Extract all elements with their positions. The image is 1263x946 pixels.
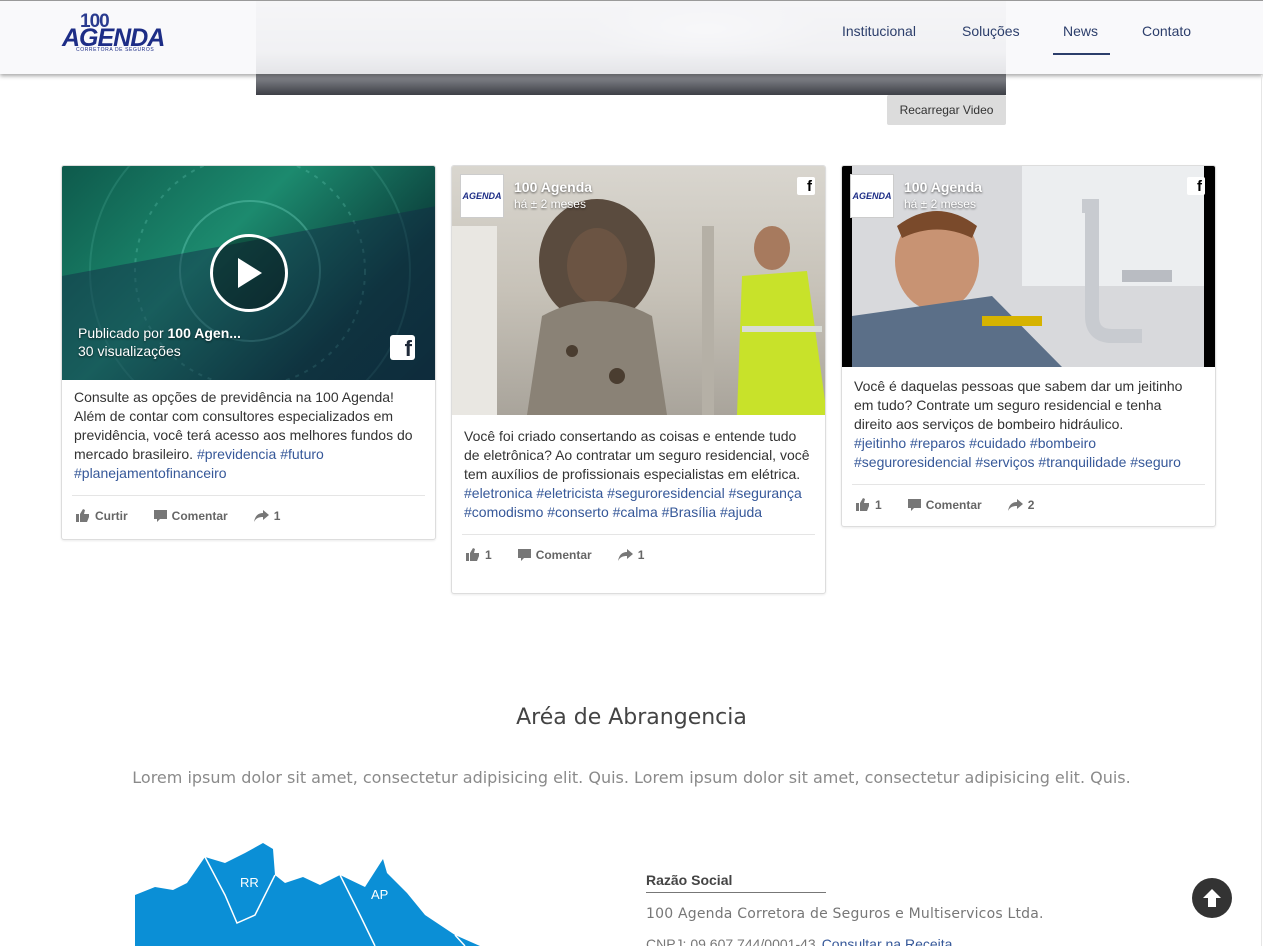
like-count: 1 — [485, 547, 492, 562]
published-by-name[interactable]: 100 Agen... — [168, 325, 241, 341]
comment-icon — [153, 509, 167, 522]
share-icon — [253, 509, 269, 522]
post-card: AGENDA 100 Agenda há ± 2 meses f Você é … — [841, 165, 1216, 527]
page-edge-divider — [1261, 75, 1262, 946]
share-button[interactable]: 2 — [1007, 497, 1035, 512]
map-region-north[interactable] — [135, 843, 480, 946]
like-button[interactable]: Curtir — [76, 509, 128, 523]
facebook-icon[interactable]: f — [390, 335, 415, 361]
like-count: 1 — [875, 497, 882, 512]
like-button[interactable]: 1 — [856, 498, 882, 512]
post-hashtags[interactable]: #jeitinho #reparos #cuidado #bombeiro #s… — [854, 435, 1181, 470]
razao-social-value: 100 Agenda Corretora de Seguros e Multis… — [646, 906, 1044, 922]
comment-button[interactable]: Comentar — [907, 497, 982, 512]
like-icon — [466, 548, 479, 561]
map-label-ap: AP — [371, 887, 388, 902]
published-by: Publicado por 100 Agen... — [78, 325, 241, 341]
electrician-photo — [452, 199, 825, 415]
arrow-up-icon — [1203, 889, 1221, 907]
post-body: Você é daquelas pessoas que sabem dar um… — [854, 378, 1183, 432]
nav-contato[interactable]: Contato — [1142, 23, 1191, 39]
map-label-rr: RR — [240, 875, 259, 890]
brazil-coverage-map[interactable]: RR AP — [125, 835, 495, 946]
page-name[interactable]: 100 Agenda — [904, 179, 982, 195]
post-actions: 1 Comentar 2 — [852, 484, 1205, 524]
cnpj-row: CNPJ: 09.607.744/0001-43 Consultar na Rec… — [646, 936, 952, 946]
share-count: 1 — [637, 547, 645, 562]
post-actions: Curtir Comentar 1 — [72, 495, 425, 535]
comment-label: Comentar — [925, 497, 982, 512]
cnpj-value: CNPJ: 09.607.744/0001-43 — [646, 936, 816, 946]
post-text: Consulte as opções de previdência na 100… — [62, 380, 435, 483]
comment-label: Comentar — [535, 547, 592, 562]
share-button[interactable]: 1 — [253, 508, 281, 523]
view-count: 30 visualizações — [78, 343, 181, 359]
site-header: 100 AGENDA CORRETORA DE SEGUROS Instituc… — [0, 0, 1263, 74]
comment-button[interactable]: Comentar — [153, 508, 228, 523]
post-hashtags[interactable]: #eletronica #eletricista #seguroresidenc… — [464, 485, 802, 520]
post-image[interactable]: AGENDA 100 Agenda há ± 2 meses f — [452, 166, 825, 415]
facebook-icon[interactable]: f — [1187, 177, 1205, 195]
share-icon — [617, 548, 633, 561]
like-icon — [856, 498, 869, 511]
post-text: Você foi criado consertando as coisas e … — [452, 415, 825, 522]
post-image[interactable]: AGENDA 100 Agenda há ± 2 meses f — [842, 166, 1215, 367]
scroll-to-top-button[interactable] — [1192, 878, 1232, 918]
page-name[interactable]: 100 Agenda — [514, 179, 592, 195]
facebook-icon[interactable]: f — [797, 177, 815, 195]
avatar-logo-text: AGENDA — [852, 191, 892, 201]
section-title: Aréa de Abrangencia — [516, 705, 747, 730]
reload-video-button[interactable]: Recarregar Video — [887, 95, 1006, 125]
share-count: 2 — [1027, 497, 1035, 512]
plumber-photo — [852, 166, 1204, 367]
post-time[interactable]: há ± 2 meses — [904, 197, 976, 211]
like-button[interactable]: 1 — [466, 548, 492, 562]
page-avatar[interactable]: AGENDA — [850, 174, 894, 218]
logo-tagline: CORRETORA DE SEGUROS — [76, 47, 155, 53]
avatar-logo-text: AGENDA — [462, 191, 502, 201]
nav-news[interactable]: News — [1052, 23, 1111, 55]
published-prefix: Publicado por — [78, 325, 168, 341]
comment-icon — [907, 498, 921, 511]
like-label: Curtir — [95, 508, 128, 523]
share-count: 1 — [273, 508, 281, 523]
share-button[interactable]: 1 — [617, 547, 645, 562]
post-text: Você é daquelas pessoas que sabem dar um… — [842, 367, 1215, 472]
razao-social-label: Razão Social — [646, 872, 826, 893]
post-video-thumbnail[interactable]: Publicado por 100 Agen... 30 visualizaçõ… — [62, 166, 435, 380]
post-card: AGENDA 100 Agenda há ± 2 meses f Você fo… — [451, 165, 826, 594]
page-avatar[interactable]: AGENDA — [460, 174, 504, 218]
section-subtitle: Lorem ipsum dolor sit amet, consectetur … — [132, 768, 1131, 787]
nav-solucoes[interactable]: Soluções — [962, 23, 1020, 39]
post-actions: 1 Comentar 1 — [462, 534, 815, 574]
play-icon[interactable] — [210, 234, 288, 312]
logo[interactable]: 100 AGENDA CORRETORA DE SEGUROS — [62, 11, 192, 55]
share-icon — [1007, 498, 1023, 511]
nav-institucional[interactable]: Institucional — [842, 23, 916, 39]
comment-button[interactable]: Comentar — [517, 547, 592, 562]
post-card: Publicado por 100 Agen... 30 visualizaçõ… — [61, 165, 436, 540]
comment-label: Comentar — [171, 508, 228, 523]
like-icon — [76, 509, 89, 522]
consultar-receita-link[interactable]: Consultar na Receita — [822, 936, 953, 946]
post-body: Você foi criado consertando as coisas e … — [464, 428, 810, 482]
post-time[interactable]: há ± 2 meses — [514, 197, 586, 211]
comment-icon — [517, 548, 531, 561]
